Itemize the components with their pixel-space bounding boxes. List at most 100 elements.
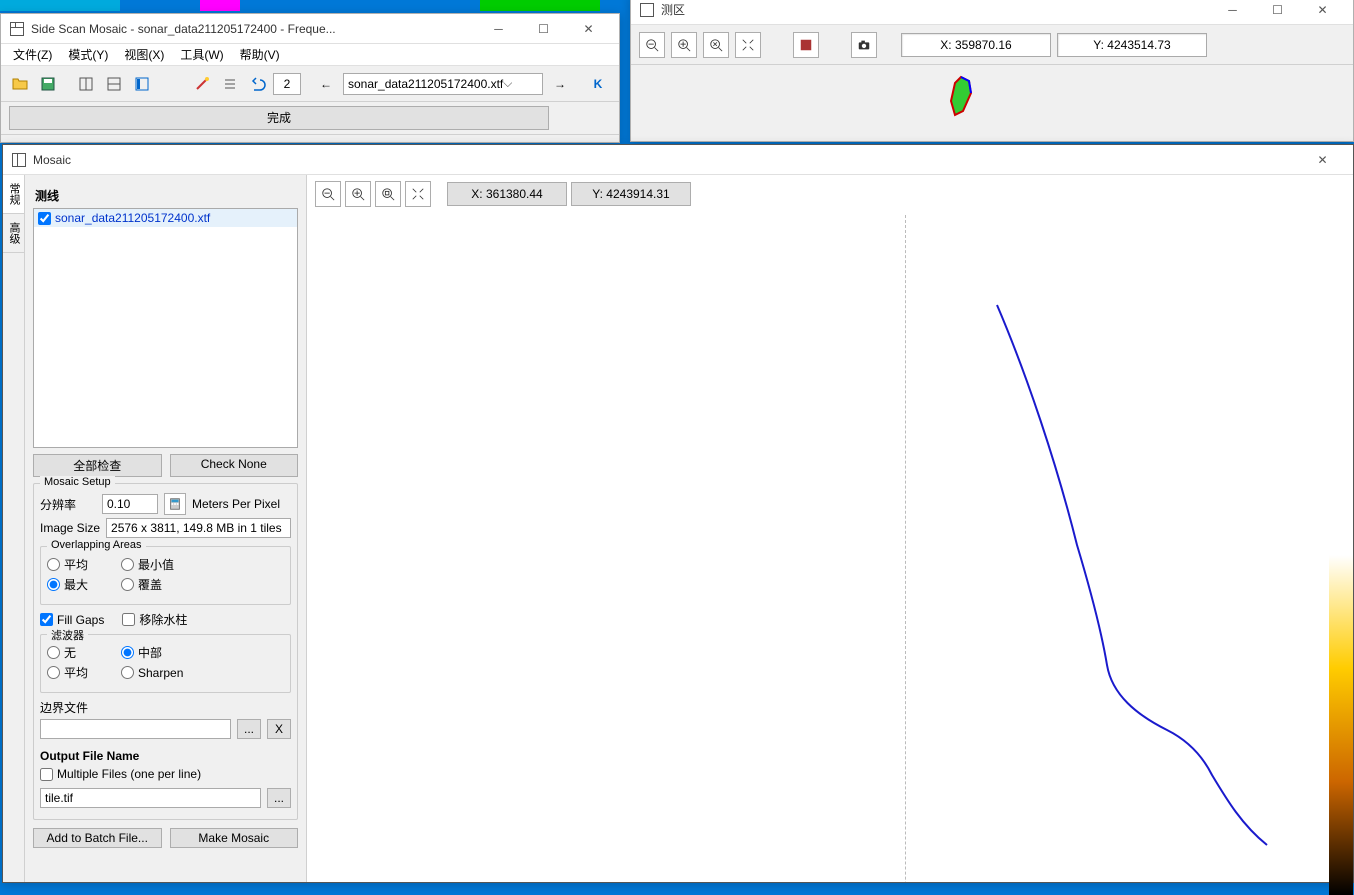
zoom-fit-icon[interactable] — [703, 32, 729, 58]
image-size-label: Image Size — [40, 521, 100, 535]
mosaic-setup-legend: Mosaic Setup — [40, 476, 115, 488]
camera-icon[interactable] — [851, 32, 877, 58]
filter-avg-radio[interactable]: 平均 — [47, 664, 103, 681]
boundary-clear-button[interactable]: X — [267, 719, 291, 739]
mosaic-setup-group: Mosaic Setup 分辨率 Meters Per Pixel Image … — [33, 483, 298, 820]
page-input[interactable]: 2 — [273, 73, 301, 95]
filter-sharpen-radio[interactable]: Sharpen — [121, 666, 183, 680]
close-button[interactable]: ✕ — [1300, 145, 1345, 175]
calculator-icon[interactable] — [164, 493, 186, 515]
output-browse-button[interactable]: ... — [267, 788, 291, 808]
overlap-max-radio[interactable]: 最大 — [47, 576, 103, 593]
grid-icon[interactable] — [793, 32, 819, 58]
menu-help[interactable]: 帮助(V) — [232, 44, 288, 65]
overlap-legend: Overlapping Areas — [47, 539, 146, 551]
list-item-label: sonar_data211205172400.xtf — [55, 211, 210, 225]
k-tool-icon[interactable]: K — [585, 71, 611, 97]
list-icon[interactable] — [217, 71, 243, 97]
color-gradient-bar — [1329, 555, 1353, 895]
zoom-out-icon[interactable] — [315, 181, 341, 207]
boundary-label: 边界文件 — [40, 699, 291, 716]
minimize-button[interactable]: ─ — [1210, 0, 1255, 25]
maximize-button[interactable]: ☐ — [1255, 0, 1300, 25]
file-list[interactable]: sonar_data211205172400.xtf — [33, 208, 298, 448]
menubar: 文件(Z) 模式(Y) 视图(X) 工具(W) 帮助(V) — [1, 44, 619, 66]
canvas-toolbar: X: 361380.44 Y: 4243914.31 — [315, 181, 691, 207]
preview-y-coord: Y: 4243514.73 — [1057, 33, 1207, 57]
menu-mode[interactable]: 模式(Y) — [60, 44, 116, 65]
app-icon — [11, 152, 27, 168]
zoom-fit-icon[interactable] — [375, 181, 401, 207]
sidescan-toolbar: 2 ← sonar_data211205172400.xtf ⌵ → K — [1, 66, 619, 102]
zoom-in-icon[interactable] — [345, 181, 371, 207]
layout2-icon[interactable] — [101, 71, 127, 97]
app-icon — [9, 21, 25, 37]
filter-group: 滤波器 无 中部 平均 Sharpen — [40, 634, 291, 693]
close-button[interactable]: ✕ — [1300, 0, 1345, 25]
tab-advanced[interactable]: 高级 — [3, 214, 24, 253]
check-all-button[interactable]: 全部检查 — [33, 454, 162, 477]
side-panel: 测线 sonar_data211205172400.xtf 全部检查 Check… — [25, 175, 307, 882]
fill-gaps-checkbox[interactable]: Fill Gaps — [40, 613, 104, 627]
menu-view[interactable]: 视图(X) — [116, 44, 172, 65]
preview-toolbar: X: 359870.16 Y: 4243514.73 — [631, 25, 1353, 65]
survey-area-shape — [941, 73, 981, 121]
preview-canvas[interactable] — [631, 65, 1353, 141]
image-size-value — [106, 518, 291, 538]
menu-tools[interactable]: 工具(W) — [172, 44, 231, 65]
filter-legend: 滤波器 — [47, 627, 88, 643]
canvas-area[interactable]: X: 361380.44 Y: 4243914.31 tile.tif — [307, 175, 1353, 882]
vertical-tabs: 常规 高级 — [3, 175, 25, 882]
menu-file[interactable]: 文件(Z) — [5, 44, 60, 65]
multiple-files-checkbox[interactable]: Multiple Files (one per line) — [40, 767, 201, 781]
viewport[interactable]: tile.tif — [307, 215, 1353, 882]
list-item-checkbox[interactable] — [38, 212, 51, 225]
zoom-out-icon[interactable] — [639, 32, 665, 58]
output-label: Output File Name — [40, 749, 291, 763]
undo-icon[interactable] — [245, 71, 271, 97]
preview-title: 测区 — [661, 1, 1210, 18]
file-dropdown-value: sonar_data211205172400.xtf — [348, 77, 503, 91]
overlap-overwrite-radio[interactable]: 覆盖 — [121, 576, 177, 593]
resolution-label: 分辨率 — [40, 496, 96, 513]
overlap-min-radio[interactable]: 最小值 — [121, 556, 177, 573]
zoom-in-icon[interactable] — [671, 32, 697, 58]
overlap-avg-radio[interactable]: 平均 — [47, 556, 103, 573]
app-icon — [639, 2, 655, 18]
tracklines-heading: 测线 — [35, 187, 296, 204]
sidescan-title: Side Scan Mosaic - sonar_data21120517240… — [31, 22, 476, 36]
mosaic-title: Mosaic — [33, 153, 1300, 167]
boundary-browse-button[interactable]: ... — [237, 719, 261, 739]
sidescan-titlebar: Side Scan Mosaic - sonar_data21120517240… — [1, 14, 619, 44]
layout3-icon[interactable] — [129, 71, 155, 97]
wand-icon[interactable] — [189, 71, 215, 97]
finish-button[interactable]: 完成 — [9, 106, 549, 130]
filter-none-radio[interactable]: 无 — [47, 644, 103, 661]
mosaic-window: Mosaic ✕ 常规 高级 测线 sonar_data211205172400… — [2, 144, 1354, 883]
maximize-button[interactable]: ☐ — [521, 14, 566, 44]
remove-water-checkbox[interactable]: 移除水柱 — [122, 611, 187, 628]
output-file-input[interactable] — [40, 788, 261, 808]
check-none-button[interactable]: Check None — [170, 454, 299, 477]
prev-file-icon[interactable]: ← — [313, 71, 339, 97]
filter-middle-radio[interactable]: 中部 — [121, 644, 177, 661]
make-mosaic-button[interactable]: Make Mosaic — [170, 828, 299, 848]
next-file-icon[interactable]: → — [547, 71, 573, 97]
canvas-y-coord: Y: 4243914.31 — [571, 182, 691, 206]
extents-icon[interactable] — [735, 32, 761, 58]
minimize-button[interactable]: ─ — [476, 14, 521, 44]
preview-x-coord: X: 359870.16 — [901, 33, 1051, 57]
save-icon[interactable] — [35, 71, 61, 97]
open-icon[interactable] — [7, 71, 33, 97]
extents-icon[interactable] — [405, 181, 431, 207]
file-dropdown[interactable]: sonar_data211205172400.xtf ⌵ — [343, 73, 543, 95]
add-batch-button[interactable]: Add to Batch File... — [33, 828, 162, 848]
close-button[interactable]: ✕ — [566, 14, 611, 44]
preview-window: 测区 ─ ☐ ✕ X: 359870.16 Y: 4243514.73 — [630, 0, 1354, 142]
tab-normal[interactable]: 常规 — [3, 175, 24, 214]
boundary-input[interactable] — [40, 719, 231, 739]
sidescan-window: Side Scan Mosaic - sonar_data21120517240… — [0, 13, 620, 143]
resolution-input[interactable] — [102, 494, 158, 514]
layout1-icon[interactable] — [73, 71, 99, 97]
list-item[interactable]: sonar_data211205172400.xtf — [34, 209, 297, 227]
